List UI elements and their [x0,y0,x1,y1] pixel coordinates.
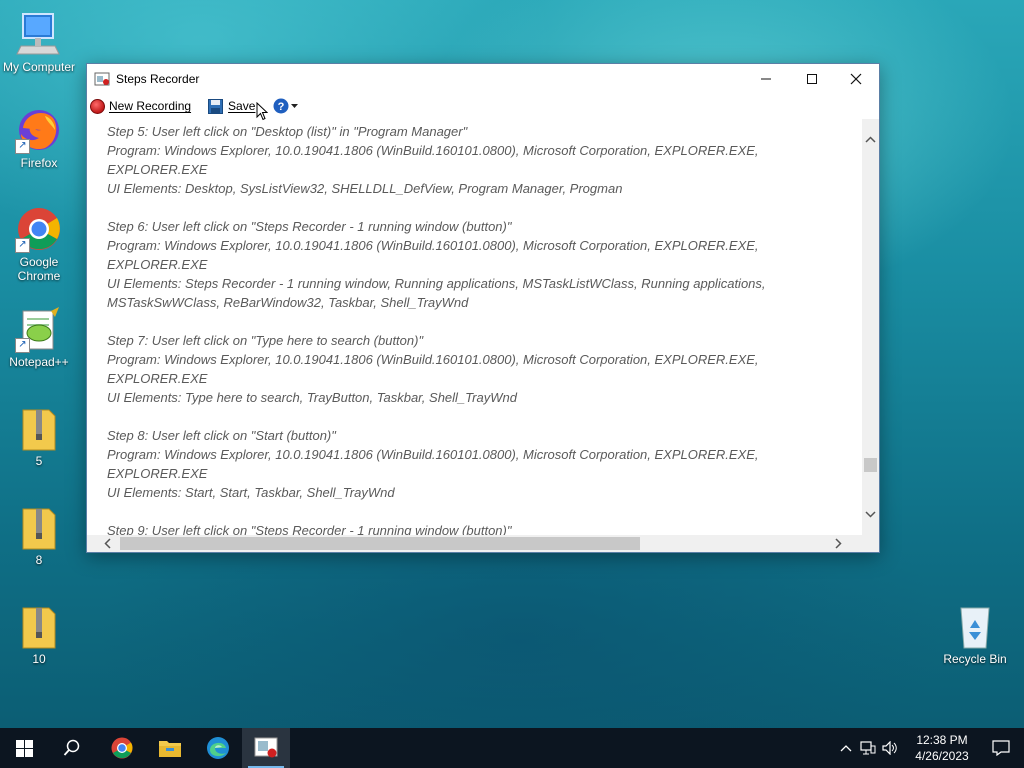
desktop-icon-firefox[interactable]: ↗ Firefox [1,106,77,170]
desktop-icon-zip-8[interactable]: 8 [1,503,77,567]
chrome-icon [110,736,134,760]
zip-folder-icon [15,602,63,650]
notification-icon[interactable] [978,740,1024,756]
svg-text:?: ? [278,101,285,113]
horizontal-scroll-thumb[interactable] [120,537,640,550]
step-program-continued: EXPLORER.EXE [107,371,208,386]
window-title: Steps Recorder [116,72,200,86]
save-label: Save [228,99,256,113]
shortcut-arrow-icon: ↗ [15,338,30,353]
step-ui-elements: UI Elements: Steps Recorder - 1 running … [107,276,766,291]
step-program-continued: EXPLORER.EXE [107,257,208,272]
vertical-scrollbar[interactable] [862,119,879,535]
shortcut-arrow-icon: ↗ [15,238,30,253]
minimize-button[interactable] [743,64,789,94]
start-button[interactable] [0,728,48,768]
taskbar-edge[interactable] [194,728,242,768]
shortcut-arrow-icon: ↗ [15,139,30,154]
steps-recorder-icon [254,737,278,759]
step-header: Step 8: User left click on "Start (butto… [107,428,336,443]
save-button[interactable]: Save [208,98,256,114]
taskbar-steps-recorder[interactable] [242,728,290,768]
vertical-scroll-thumb[interactable] [864,458,877,472]
step-header: Step 6: User left click on "Steps Record… [107,219,512,234]
desktop-icon-label: Google Chrome [17,255,61,283]
chevron-down-icon [291,103,299,109]
clock-time: 12:38 PM [916,733,968,747]
save-icon [208,98,224,114]
step-program: Program: Windows Explorer, 10.0.19041.18… [107,447,759,462]
toolbar: New Recording Save ? [87,94,879,121]
record-icon [90,98,105,114]
step-program-continued: EXPLORER.EXE [107,162,208,177]
help-icon: ? [273,98,289,114]
edge-icon [206,736,230,760]
system-tray: 12:38 PM 4/26/2023 [840,728,1024,768]
step-program-continued: EXPLORER.EXE [107,466,208,481]
step-entry: Step 8: User left click on "Start (butto… [107,426,860,502]
step-entry: Step 9: User left click on "Steps Record… [107,521,860,535]
step-entry: Step 7: User left click on "Type here to… [107,331,860,407]
new-recording-button[interactable]: New Recording [90,98,192,114]
chevron-up-icon[interactable] [840,744,852,752]
step-header: Step 7: User left click on "Type here to… [107,333,424,348]
taskbar: 12:38 PM 4/26/2023 [0,728,1024,768]
title-bar[interactable]: Steps Recorder [87,64,879,94]
search-icon [63,739,81,757]
steps-content: Step 5: User left click on "Desktop (lis… [87,119,860,535]
step-program: Program: Windows Explorer, 10.0.19041.18… [107,143,759,158]
scroll-up-arrow-icon[interactable] [862,131,879,148]
recycle-bin-icon [951,602,999,650]
zip-folder-icon [15,503,63,551]
steps-recorder-window[interactable]: Steps Recorder New Recording Save ? Step… [86,63,880,553]
desktop-icon-label: 8 [35,553,43,567]
close-button[interactable] [833,64,879,94]
desktop-icon-label: Firefox [20,156,58,170]
step-program: Program: Windows Explorer, 10.0.19041.18… [107,352,759,367]
help-dropdown-button[interactable]: ? [273,98,299,114]
file-explorer-icon [158,738,182,758]
desktop-icon-label: Notepad++ [9,355,69,369]
firefox-icon: ↗ [15,106,63,154]
desktop-icon-label: 5 [35,454,43,468]
network-icon[interactable] [860,741,876,755]
computer-icon [15,10,63,58]
step-ui-elements: UI Elements: Start, Start, Taskbar, Shel… [107,485,395,500]
desktop-icon-zip-5[interactable]: 5 [1,404,77,468]
step-entry: Step 6: User left click on "Steps Record… [107,217,860,312]
desktop-icon-label: Recycle Bin [943,652,1007,666]
step-header: Step 5: User left click on "Desktop (lis… [107,124,468,139]
new-recording-label: New Recording [109,99,192,113]
notepad-plus-plus-icon: ↗ [15,305,63,353]
desktop-icon-zip-10[interactable]: 10 [1,602,77,666]
maximize-button[interactable] [789,64,835,94]
step-header: Step 9: User left click on "Steps Record… [107,523,512,535]
desktop-icon-label: 10 [32,652,46,666]
clock-date: 4/26/2023 [915,749,969,763]
taskbar-clock[interactable]: 12:38 PM 4/26/2023 [906,732,978,764]
zip-folder-icon [15,404,63,452]
chrome-icon: ↗ [15,205,63,253]
volume-icon[interactable] [882,741,898,755]
step-ui-elements-continued: MSTaskSwWClass, ReBarWindow32, Taskbar, … [107,295,469,310]
steps-recorder-app-icon [94,71,110,87]
scroll-left-arrow-icon[interactable] [99,535,116,552]
step-ui-elements: UI Elements: Desktop, SysListView32, SHE… [107,181,623,196]
step-entry: Step 5: User left click on "Desktop (lis… [107,122,860,198]
scroll-right-arrow-icon[interactable] [830,535,847,552]
desktop-icon-recycle-bin[interactable]: Recycle Bin [937,602,1013,666]
step-ui-elements: UI Elements: Type here to search, TrayBu… [107,390,517,405]
desktop-icon-label: My Computer [2,60,76,74]
taskbar-file-explorer[interactable] [146,728,194,768]
step-program: Program: Windows Explorer, 10.0.19041.18… [107,238,759,253]
desktop-icon-my-computer[interactable]: My Computer [1,10,77,74]
desktop-icon-notepad-plus-plus[interactable]: ↗ Notepad++ [1,305,77,369]
taskbar-chrome[interactable] [98,728,146,768]
search-button[interactable] [48,728,96,768]
desktop-icon-google-chrome[interactable]: ↗ Google Chrome [1,205,77,283]
windows-logo-icon [15,739,33,757]
horizontal-scrollbar[interactable] [87,535,879,552]
scroll-down-arrow-icon[interactable] [862,506,879,523]
